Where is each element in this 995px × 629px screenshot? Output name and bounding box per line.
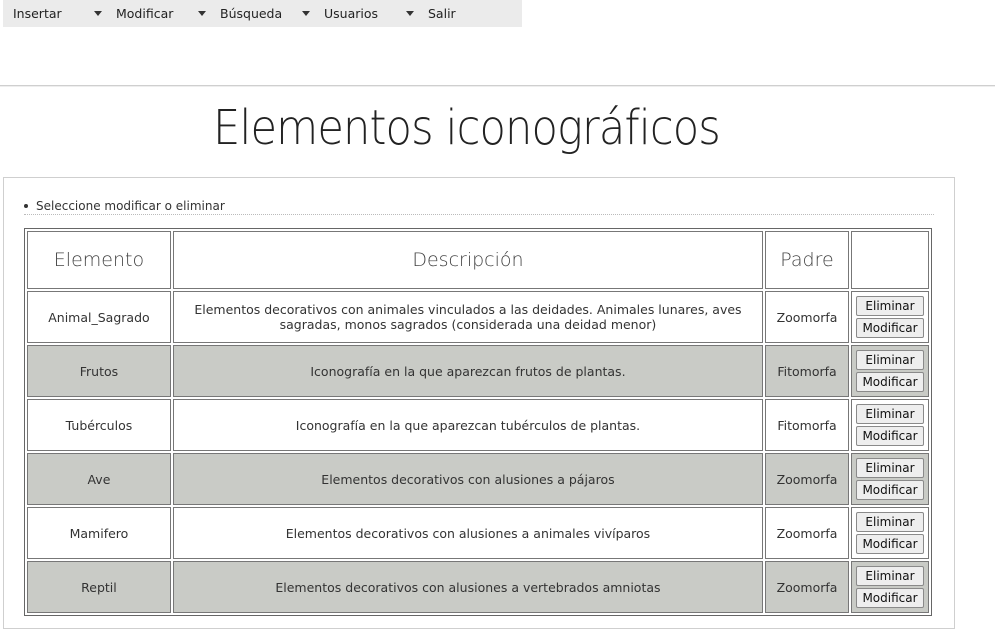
cell-actions: Eliminar Modificar	[851, 561, 929, 613]
delete-button[interactable]: Eliminar	[856, 512, 924, 532]
column-header-elemento: Elemento	[27, 231, 171, 289]
menu-insertar[interactable]: Insertar	[13, 6, 62, 22]
cell-padre: Zoomorfa	[765, 453, 849, 505]
chevron-down-icon[interactable]	[94, 11, 102, 16]
chevron-down-icon[interactable]	[302, 11, 310, 16]
header-divider-shadow	[0, 86, 995, 87]
menu-busqueda[interactable]: Búsqueda	[220, 6, 282, 22]
modify-button[interactable]: Modificar	[856, 372, 924, 392]
cell-descripcion: Elementos decorativos con alusiones a ve…	[172, 561, 764, 613]
bullet-icon	[24, 203, 28, 208]
delete-button[interactable]: Eliminar	[856, 404, 924, 424]
cell-padre: Fitomorfa	[765, 399, 849, 451]
cell-actions: Eliminar Modificar	[851, 399, 929, 451]
cell-actions: Eliminar Modificar	[851, 453, 929, 505]
page-title: Elementos iconográficos	[213, 100, 721, 156]
cell-elemento: Tubérculos	[27, 399, 171, 451]
cell-elemento: Animal_Sagrado	[27, 291, 171, 343]
table-row: Reptil Elementos decorativos con alusion…	[27, 561, 929, 613]
column-header-actions	[851, 231, 929, 289]
cell-descripcion: Elementos decorativos con alusiones a pá…	[172, 453, 764, 505]
table-row: Animal_Sagrado Elementos decorativos con…	[27, 291, 929, 343]
table-header-row: Elemento Descripción Padre	[27, 231, 929, 289]
delete-button[interactable]: Eliminar	[856, 296, 924, 316]
delete-button[interactable]: Eliminar	[856, 458, 924, 478]
top-menu-bar: Insertar Modificar Búsqueda Usuarios Sal…	[3, 0, 522, 27]
elements-table: Elemento Descripción Padre Animal_Sagrad…	[24, 228, 932, 616]
instruction-hint: Seleccione modificar o eliminar	[24, 199, 934, 215]
menu-salir[interactable]: Salir	[428, 6, 456, 22]
cell-elemento: Frutos	[27, 345, 171, 397]
table-row: Tubérculos Iconografía en la que aparezc…	[27, 399, 929, 451]
column-header-descripcion: Descripción	[172, 231, 764, 289]
cell-padre: Zoomorfa	[765, 561, 849, 613]
content-panel: Seleccione modificar o eliminar Elemento…	[3, 177, 955, 629]
table-row: Mamifero Elementos decorativos con alusi…	[27, 507, 929, 559]
modify-button[interactable]: Modificar	[856, 480, 924, 500]
modify-button[interactable]: Modificar	[856, 318, 924, 338]
chevron-down-icon[interactable]	[406, 11, 414, 16]
cell-elemento: Reptil	[27, 561, 171, 613]
cell-descripcion: Iconografía en la que aparezcan frutos d…	[172, 345, 764, 397]
modify-button[interactable]: Modificar	[856, 534, 924, 554]
cell-descripcion: Elementos decorativos con alusiones a an…	[172, 507, 764, 559]
cell-descripcion: Elementos decorativos con animales vincu…	[172, 291, 764, 343]
column-header-padre: Padre	[765, 231, 849, 289]
menu-modificar[interactable]: Modificar	[116, 6, 173, 22]
instruction-text: Seleccione modificar o eliminar	[36, 199, 225, 213]
cell-actions: Eliminar Modificar	[851, 507, 929, 559]
cell-padre: Zoomorfa	[765, 507, 849, 559]
modify-button[interactable]: Modificar	[856, 426, 924, 446]
cell-descripcion: Iconografía en la que aparezcan tubércul…	[172, 399, 764, 451]
table-row: Frutos Iconografía en la que aparezcan f…	[27, 345, 929, 397]
cell-padre: Zoomorfa	[765, 291, 849, 343]
table-row: Ave Elementos decorativos con alusiones …	[27, 453, 929, 505]
modify-button[interactable]: Modificar	[856, 588, 924, 608]
chevron-down-icon[interactable]	[198, 11, 206, 16]
cell-elemento: Ave	[27, 453, 171, 505]
menu-usuarios[interactable]: Usuarios	[324, 6, 378, 22]
delete-button[interactable]: Eliminar	[856, 566, 924, 586]
cell-elemento: Mamifero	[27, 507, 171, 559]
delete-button[interactable]: Eliminar	[856, 350, 924, 370]
cell-actions: Eliminar Modificar	[851, 291, 929, 343]
cell-actions: Eliminar Modificar	[851, 345, 929, 397]
cell-padre: Fitomorfa	[765, 345, 849, 397]
